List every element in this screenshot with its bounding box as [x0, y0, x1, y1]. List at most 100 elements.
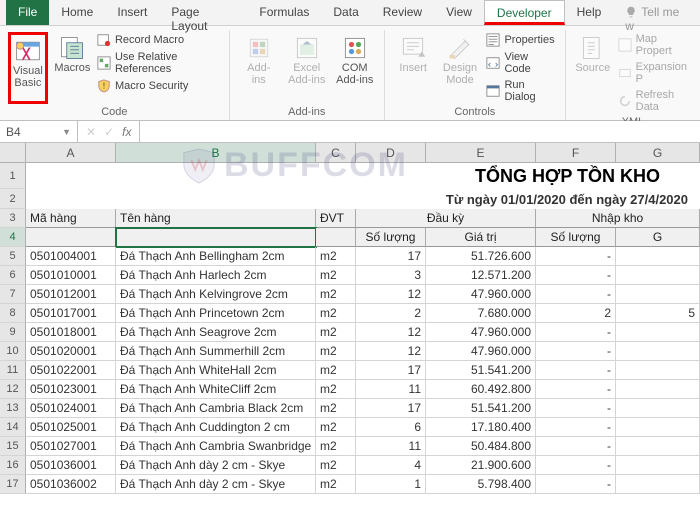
insert-control-button[interactable]: Insert [393, 32, 434, 104]
cell[interactable]: Giá trị [426, 228, 536, 247]
cell[interactable]: 2 [356, 304, 426, 323]
cell[interactable]: m2 [316, 380, 356, 399]
cell[interactable]: - [536, 247, 616, 266]
cell[interactable]: Đá Thạch Anh Harlech 2cm [116, 266, 316, 285]
cell[interactable]: - [536, 399, 616, 418]
cell[interactable]: 47.960.000 [426, 285, 536, 304]
cell[interactable] [616, 285, 700, 304]
cell[interactable]: - [536, 380, 616, 399]
cell[interactable]: 0501027001 [26, 437, 116, 456]
cell[interactable]: Đá Thạch Anh Bellingham 2cm [116, 247, 316, 266]
cell[interactable]: 12 [356, 342, 426, 361]
row-header[interactable]: 8 [0, 304, 26, 323]
cell[interactable]: 12 [356, 323, 426, 342]
cell[interactable]: - [536, 475, 616, 494]
cell[interactable]: 0501022001 [26, 361, 116, 380]
cell[interactable]: 12.571.200 [426, 266, 536, 285]
tab-data[interactable]: Data [321, 0, 370, 25]
cell[interactable]: m2 [316, 247, 356, 266]
col-header-c[interactable]: C [316, 143, 356, 163]
tab-review[interactable]: Review [371, 0, 434, 25]
cell[interactable]: 0501036002 [26, 475, 116, 494]
cell[interactable]: 0501025001 [26, 418, 116, 437]
cell[interactable]: - [536, 342, 616, 361]
cell[interactable]: 3 [356, 266, 426, 285]
cell[interactable]: Đá Thạch Anh Princetown 2cm [116, 304, 316, 323]
cell[interactable]: 0501017001 [26, 304, 116, 323]
cell[interactable] [316, 228, 356, 247]
cancel-icon[interactable]: ✕ [86, 125, 96, 139]
row-header[interactable]: 4 [0, 228, 26, 247]
row-header[interactable]: 10 [0, 342, 26, 361]
cell[interactable]: 0501020001 [26, 342, 116, 361]
cell[interactable]: 0501024001 [26, 399, 116, 418]
use-relative-references-button[interactable]: Use Relative References [97, 50, 221, 76]
cell[interactable]: 0501018001 [26, 323, 116, 342]
cell[interactable]: 0501010001 [26, 266, 116, 285]
cell[interactable]: 4 [356, 456, 426, 475]
cell[interactable]: 7.680.000 [426, 304, 536, 323]
tab-view[interactable]: View [434, 0, 484, 25]
cell[interactable]: 6 [356, 418, 426, 437]
cell[interactable]: - [536, 418, 616, 437]
map-properties-button[interactable]: Map Propert [618, 32, 692, 58]
cell[interactable]: Mã hàng [26, 209, 116, 228]
col-header-e[interactable]: E [426, 143, 536, 163]
refresh-data-button[interactable]: Refresh Data [618, 88, 692, 114]
cell[interactable]: 17 [356, 247, 426, 266]
addins-button[interactable]: Add- ins [238, 32, 280, 104]
row-header[interactable]: 2 [0, 189, 26, 209]
cell[interactable]: 5 [616, 304, 700, 323]
row-header[interactable]: 1 [0, 163, 26, 189]
cell[interactable]: 2 [536, 304, 616, 323]
cell[interactable] [616, 323, 700, 342]
cell[interactable]: Số lượng [536, 228, 616, 247]
cell[interactable]: Nhập kho [536, 209, 700, 228]
tab-developer[interactable]: Developer [484, 0, 565, 25]
cell[interactable]: 51.726.600 [426, 247, 536, 266]
cell[interactable]: Đá Thạch Anh dày 2 cm - Skye [116, 456, 316, 475]
col-header-d[interactable]: D [356, 143, 426, 163]
row-header[interactable]: 7 [0, 285, 26, 304]
cell[interactable]: 51.541.200 [426, 361, 536, 380]
row-header[interactable]: 9 [0, 323, 26, 342]
cell[interactable]: ĐVT [316, 209, 356, 228]
cell[interactable]: 51.541.200 [426, 399, 536, 418]
col-header-g[interactable]: G [616, 143, 700, 163]
visual-basic-button[interactable]: Visual Basic [8, 32, 48, 104]
cell[interactable]: 0501012001 [26, 285, 116, 304]
cell[interactable]: Đá Thạch Anh Cambria Black 2cm [116, 399, 316, 418]
cell[interactable] [616, 456, 700, 475]
row-header[interactable]: 17 [0, 475, 26, 494]
cell[interactable]: 21.900.600 [426, 456, 536, 475]
cell[interactable] [616, 380, 700, 399]
tab-help[interactable]: Help [565, 0, 614, 25]
cell[interactable] [616, 437, 700, 456]
expansion-packs-button[interactable]: Expansion P [618, 60, 692, 86]
cell[interactable]: m2 [316, 456, 356, 475]
row-header[interactable]: 11 [0, 361, 26, 380]
tab-tell-me[interactable]: Tell me w [613, 0, 700, 25]
cell[interactable]: Đá Thạch Anh WhiteCliff 2cm [116, 380, 316, 399]
row-header[interactable]: 5 [0, 247, 26, 266]
cell[interactable]: 17 [356, 399, 426, 418]
tab-formulas[interactable]: Formulas [247, 0, 321, 25]
cell[interactable]: 50.484.800 [426, 437, 536, 456]
cell[interactable] [616, 342, 700, 361]
cell[interactable]: 12 [356, 285, 426, 304]
cell[interactable]: - [536, 323, 616, 342]
cell[interactable]: Số lượng [356, 228, 426, 247]
row-header[interactable]: 16 [0, 456, 26, 475]
tab-page-layout[interactable]: Page Layout [159, 0, 247, 25]
cell[interactable]: Tên hàng [116, 209, 316, 228]
cell[interactable]: 0501023001 [26, 380, 116, 399]
cell[interactable]: Đầu kỳ [356, 209, 536, 228]
record-macro-button[interactable]: Record Macro [97, 32, 221, 48]
fx-icon[interactable]: fx [122, 125, 131, 139]
selected-cell[interactable] [116, 228, 316, 247]
sheet-title[interactable]: TỔNG HỢP TỒN KHO [26, 163, 700, 189]
cell[interactable]: - [536, 456, 616, 475]
cell[interactable]: 11 [356, 437, 426, 456]
row-header[interactable]: 12 [0, 380, 26, 399]
tab-file[interactable]: File [6, 0, 49, 25]
